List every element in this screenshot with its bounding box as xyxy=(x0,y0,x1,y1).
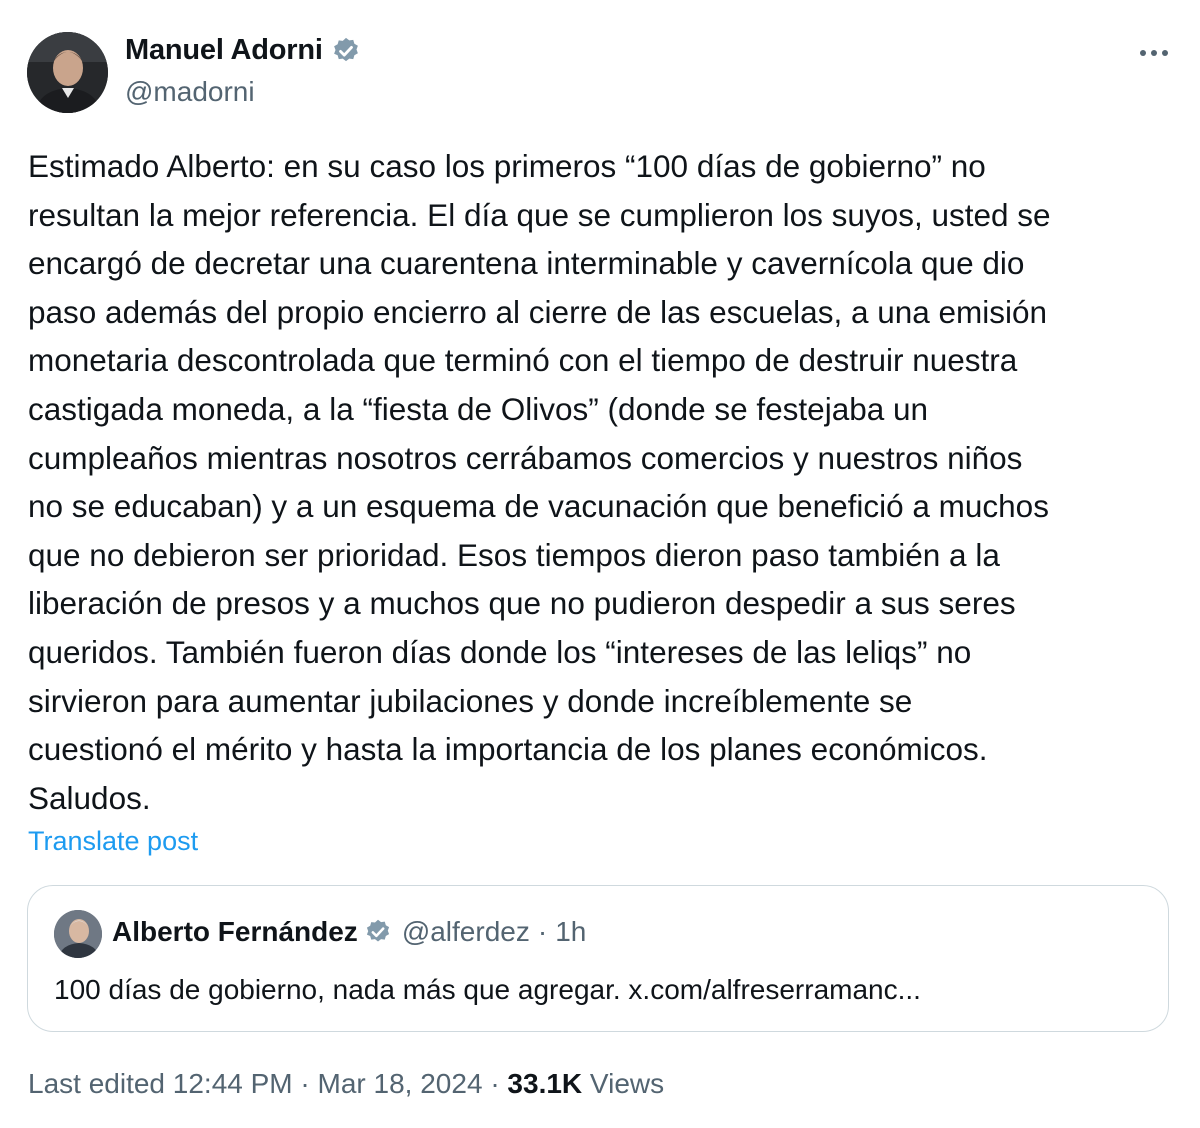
post-text-line: encargó de decretar una cuarentena inter… xyxy=(28,245,1025,282)
post-text-line: resultan la mejor referencia. El día que… xyxy=(28,196,1051,233)
meta-separator: · xyxy=(300,1068,310,1099)
author-avatar[interactable] xyxy=(27,32,108,113)
post-text-line: no se educaban) y a un esquema de vacuna… xyxy=(28,488,1049,525)
post-text-line: que no debieron ser prioridad. Esos tiem… xyxy=(28,536,1000,573)
quoted-author-avatar[interactable] xyxy=(54,910,102,958)
verified-badge-icon xyxy=(364,918,392,946)
more-options-button[interactable] xyxy=(1134,38,1174,68)
post-text-line: paso además del propio encierro al cierr… xyxy=(28,293,1048,330)
post-text-line: castigada moneda, a la “fiesta de Olivos… xyxy=(28,390,929,427)
post: Manuel Adorni @madorni Estimado Alberto:… xyxy=(0,0,1200,1128)
quoted-author-handle[interactable]: @alferdez xyxy=(402,916,530,948)
post-text-line: Saludos. xyxy=(28,779,151,816)
translate-post-link[interactable]: Translate post xyxy=(28,826,198,857)
post-text-line: monetaria descontrolada que terminó con … xyxy=(28,342,1018,379)
quoted-meta-separator: · xyxy=(537,916,548,947)
quoted-post-text: 100 días de gobierno, nada más que agreg… xyxy=(54,974,921,1005)
verified-badge-icon xyxy=(331,36,361,66)
meta-separator: · xyxy=(490,1068,500,1099)
post-text-line: Estimado Alberto: en su caso los primero… xyxy=(28,148,986,184)
views-label: Views xyxy=(589,1068,665,1099)
post-date[interactable]: Mar 18, 2024 xyxy=(318,1068,483,1099)
post-text-line: sirvieron para aumentar jubilaciones y d… xyxy=(28,682,913,719)
views-count: 33.1K xyxy=(507,1068,583,1099)
quoted-post-time[interactable]: 1h xyxy=(555,916,586,948)
author-name-row: Manuel Adorni xyxy=(125,34,361,67)
post-metadata: Last edited 12:44 PM · Mar 18, 2024 · 33… xyxy=(28,1068,664,1100)
quoted-author-row: Alberto Fernández @alferdez · 1h xyxy=(112,916,586,948)
post-text-line: liberación de presos y a muchos que no p… xyxy=(28,585,1016,622)
author-name[interactable]: Manuel Adorni xyxy=(125,34,323,67)
quoted-author-name[interactable]: Alberto Fernández xyxy=(112,916,358,948)
quoted-post[interactable]: Alberto Fernández @alferdez · 1h 100 día… xyxy=(27,885,1169,1032)
post-text-line: queridos. También fueron días donde los … xyxy=(28,633,972,670)
post-text: Estimado Alberto: en su caso los primero… xyxy=(28,142,1178,822)
post-text-line: cuestionó el mérito y hasta la importanc… xyxy=(28,731,988,768)
quoted-author-avatar-image xyxy=(54,910,102,958)
post-time[interactable]: 12:44 PM xyxy=(173,1068,293,1099)
author-handle[interactable]: @madorni xyxy=(125,76,255,108)
author-avatar-image xyxy=(27,32,108,113)
more-horizontal-icon xyxy=(1140,50,1146,56)
edited-label[interactable]: Last edited xyxy=(28,1068,165,1099)
post-text-line: cumpleaños mientras nosotros cerrábamos … xyxy=(28,439,1023,476)
